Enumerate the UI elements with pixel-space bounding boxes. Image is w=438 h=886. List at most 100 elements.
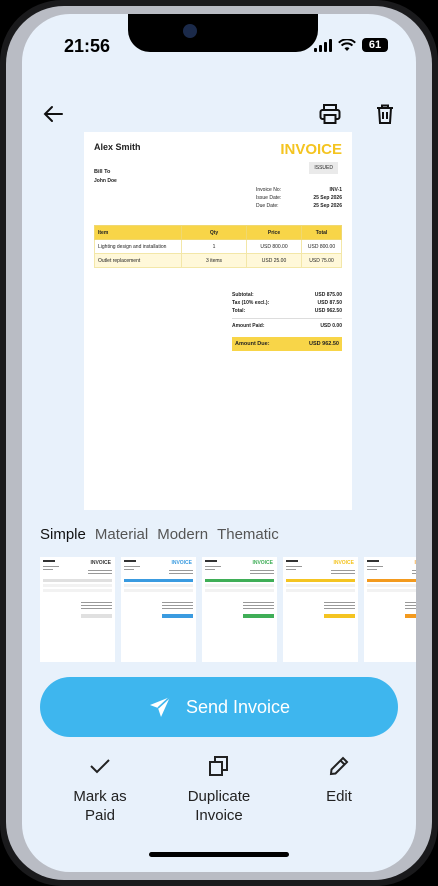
thumbnail-element	[324, 608, 355, 609]
check-icon	[90, 759, 110, 774]
thumbnail-element	[286, 589, 355, 592]
thumbnail-element	[124, 579, 193, 582]
thumbnail-element	[324, 614, 355, 618]
invoice-meta: Invoice No: INV-1 Issue Date: 25 Sep 2026 …	[256, 187, 342, 211]
thumbnail-element	[205, 584, 274, 587]
table-row: Lighting design and installation 1 USD 8…	[94, 239, 342, 254]
template-thumbnails: INVOICE INVOICE INVOICE INVOICE INVOICE	[40, 557, 416, 662]
template-thumbnail[interactable]: INVOICE	[202, 557, 277, 662]
thumbnail-element	[286, 566, 302, 567]
thumbnail-element	[367, 589, 416, 592]
thumbnail-element	[43, 579, 112, 582]
thumbnail-element	[81, 605, 112, 606]
camera	[183, 24, 197, 38]
mark-as-paid-button[interactable]: Mark as Paid	[57, 752, 143, 825]
thumbnail-element	[43, 589, 112, 592]
thumbnail-element	[367, 579, 416, 582]
thumbnail-element	[124, 566, 140, 567]
thumbnail-element	[81, 608, 112, 609]
invoice-totals: Subtotal: USD 875.00 Tax (10% excl.): USD …	[232, 292, 342, 351]
thumbnail-element	[250, 573, 274, 574]
thumbnail-element	[43, 566, 59, 567]
template-thumbnail[interactable]: INVOICE	[364, 557, 416, 662]
send-invoice-button[interactable]: Send Invoice	[40, 677, 398, 737]
meta-row-invoice-no: Invoice No: INV-1	[256, 187, 342, 193]
thumbnail-element	[88, 573, 112, 574]
template-thumbnail[interactable]: INVOICE	[121, 557, 196, 662]
table-header-row: Item Qty Price Total	[94, 225, 342, 240]
app-screen: 21:56 61 Alex Smith INVOICE ISSUED Bill …	[22, 14, 416, 872]
send-icon	[149, 696, 171, 717]
trash-icon	[377, 104, 393, 124]
printer-icon	[319, 104, 341, 124]
subtotal-row: Subtotal: USD 875.00	[232, 292, 342, 298]
thumbnail-element	[405, 605, 416, 606]
thumbnail-element	[324, 605, 355, 606]
tab-modern[interactable]: Modern	[157, 526, 208, 543]
tab-material[interactable]: Material	[95, 526, 148, 543]
thumbnail-element	[324, 602, 355, 603]
thumbnail-element	[205, 579, 274, 582]
signal-icon	[314, 38, 332, 52]
thumbnail-element	[169, 573, 193, 574]
thumbnail-element	[243, 608, 274, 609]
thumbnail-element	[243, 614, 274, 618]
back-button[interactable]	[39, 100, 67, 128]
wifi-icon	[338, 38, 356, 51]
thumbnail-element	[243, 605, 274, 606]
thumbnail-element	[205, 589, 274, 592]
tax-row: Tax (10% excl.): USD 87.50	[232, 300, 342, 306]
total-row: Total: USD 962.50	[232, 308, 342, 314]
thumbnail-element	[331, 570, 355, 571]
divider	[232, 318, 342, 319]
template-thumbnail[interactable]: INVOICE	[40, 557, 115, 662]
thumbnail-element	[286, 579, 355, 582]
invoice-from-name: Alex Smith	[94, 142, 141, 152]
thumbnail-element	[162, 602, 193, 603]
delete-button[interactable]	[371, 100, 399, 128]
thumbnail-element	[169, 570, 193, 571]
table-row: Outlet replacement 3 items USD 25.00 USD…	[94, 253, 342, 268]
template-thumbnail[interactable]: INVOICE	[283, 557, 358, 662]
thumbnail-element	[43, 560, 55, 562]
thumbnail-element	[367, 560, 379, 562]
thumbnail-element	[367, 569, 377, 570]
thumbnail-element	[405, 602, 416, 603]
amount-paid-row: Amount Paid: USD 0.00	[232, 323, 342, 329]
status-time: 21:56	[64, 36, 111, 56]
thumbnail-element	[162, 608, 193, 609]
print-button[interactable]	[316, 100, 344, 128]
pencil-icon	[329, 756, 349, 776]
thumbnail-element	[81, 602, 112, 603]
invoice-preview[interactable]: Alex Smith INVOICE ISSUED Bill To John D…	[84, 132, 352, 510]
thumbnail-element	[162, 614, 193, 618]
tab-simple[interactable]: Simple	[40, 526, 86, 543]
thumbnail-element	[205, 560, 217, 562]
thumbnail-element	[81, 614, 112, 618]
thumbnail-element	[405, 614, 416, 618]
template-tabs: Simple Material Modern Thematic	[40, 526, 279, 543]
thumbnail-element	[250, 570, 274, 571]
duplicate-invoice-button[interactable]: Duplicate Invoice	[174, 752, 264, 825]
thumbnail-element	[367, 584, 416, 587]
battery-icon: 61	[362, 38, 388, 52]
thumbnail-element	[412, 570, 416, 571]
thumbnail-element	[124, 589, 193, 592]
notch	[128, 14, 318, 52]
thumbnail-element	[43, 569, 53, 570]
invoice-items-table: Item Qty Price Total Lighting design and…	[94, 225, 342, 268]
thumbnail-element	[124, 560, 136, 562]
edit-button[interactable]: Edit	[307, 752, 371, 806]
client-name: John Doe	[94, 178, 117, 184]
thumbnail-element	[205, 566, 221, 567]
thumbnail-title: INVOICE	[414, 560, 416, 566]
meta-row-issue-date: Issue Date: 25 Sep 2026	[256, 195, 342, 201]
thumbnail-element	[162, 605, 193, 606]
tab-thematic[interactable]: Thematic	[217, 526, 279, 543]
thumbnail-element	[43, 584, 112, 587]
home-indicator	[149, 852, 289, 857]
thumbnail-title: INVOICE	[333, 560, 354, 566]
bill-to-label: Bill To	[94, 169, 111, 175]
thumbnail-title: INVOICE	[252, 560, 273, 566]
thumbnail-element	[367, 566, 383, 567]
